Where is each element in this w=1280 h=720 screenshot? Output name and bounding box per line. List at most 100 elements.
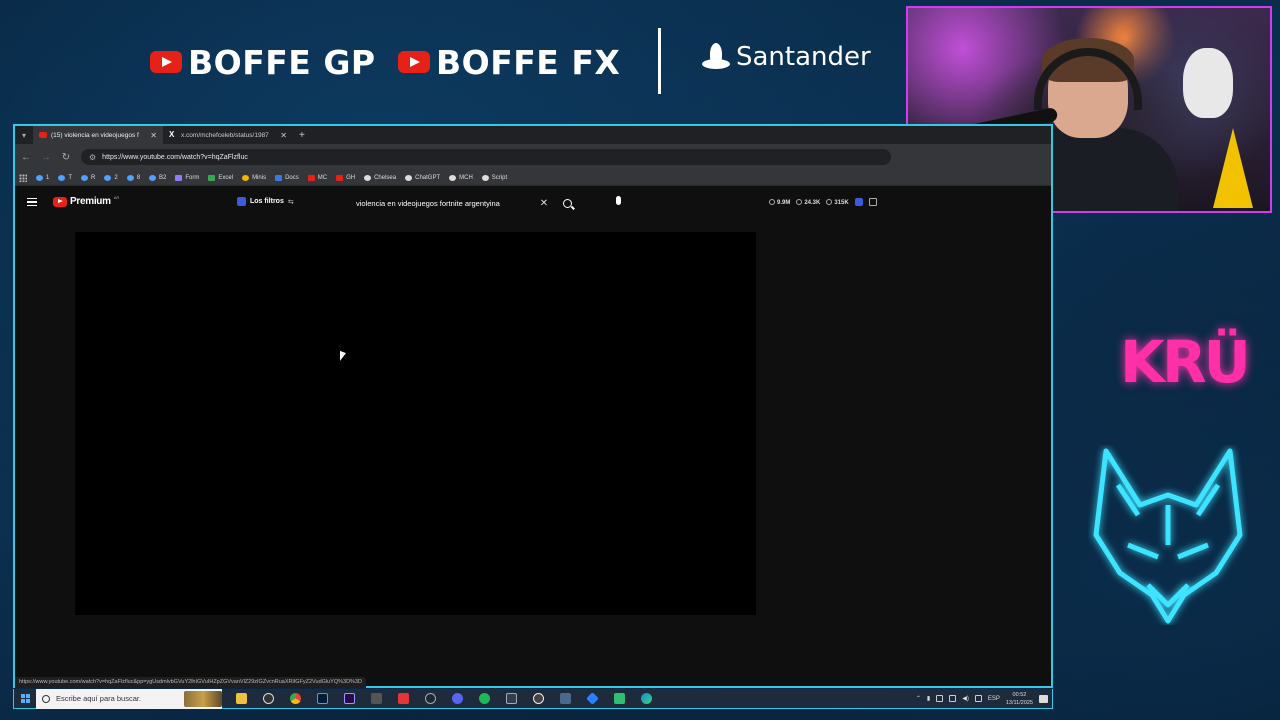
voice-search-button[interactable] xyxy=(611,196,625,210)
bookmark-gh[interactable]: GH xyxy=(336,174,355,181)
clock[interactable]: 00:52 13/11/2025 xyxy=(1006,691,1033,707)
search-highlight-image xyxy=(184,690,222,707)
file-explorer-app[interactable] xyxy=(228,689,255,709)
bookmark-r[interactable]: R xyxy=(81,174,95,181)
chrome-app[interactable] xyxy=(282,689,309,709)
forward-icon[interactable]: → xyxy=(41,152,51,163)
microphone-icon[interactable]: ▮ xyxy=(927,695,930,702)
edge-app[interactable] xyxy=(633,689,660,709)
new-tab-button[interactable]: + xyxy=(293,130,311,141)
clock-date: 13/11/2025 xyxy=(1005,699,1033,706)
address-bar[interactable]: ⚙ https://www.youtube.com/watch?v=hqZaFl… xyxy=(81,149,891,165)
close-icon[interactable]: ✕ xyxy=(150,131,157,140)
video-player[interactable] xyxy=(75,232,756,615)
fox-logo-icon xyxy=(1093,448,1243,624)
search-input[interactable]: violencia en videojuegos fortnite argent… xyxy=(350,199,536,208)
photoshop-icon xyxy=(317,693,328,704)
windows-taskbar: Escribe aquí para buscar. ⌃ ▮ ◀) ESP 00:… xyxy=(13,688,1053,709)
x-icon: X xyxy=(169,130,175,139)
youtube-premium-logo[interactable]: Premium AR xyxy=(53,195,120,207)
back-icon[interactable]: ← xyxy=(21,152,31,163)
search-icon xyxy=(562,198,572,208)
brand-boffe-fx-label: BOFFE FX xyxy=(436,42,621,82)
discord-app[interactable] xyxy=(444,689,471,709)
tray-window-icon[interactable] xyxy=(974,695,982,702)
tab-strip: ▾ (15) violencia en videojuegos f ✕ X x.… xyxy=(15,126,1051,144)
eye-icon xyxy=(826,198,833,205)
app-blue-gem[interactable] xyxy=(579,689,606,709)
drive-icon xyxy=(242,174,250,181)
tray-app-icon[interactable] xyxy=(936,695,944,702)
forms-icon xyxy=(175,174,183,181)
upload-icon[interactable] xyxy=(868,198,877,206)
app-target[interactable] xyxy=(525,689,552,709)
search-bar: violencia en videojuegos fortnite argent… xyxy=(350,194,582,212)
notifications-icon[interactable] xyxy=(1039,694,1048,703)
bookmark-form[interactable]: Form xyxy=(175,174,199,181)
kru-logo: KRÜ xyxy=(1120,328,1251,396)
search-button[interactable] xyxy=(552,194,582,212)
volume-icon[interactable]: ◀) xyxy=(962,695,969,702)
calculator-app[interactable] xyxy=(363,689,390,709)
search-icon xyxy=(42,694,50,703)
tab-search-menu-icon[interactable]: ▾ xyxy=(15,126,33,144)
globe-icon xyxy=(481,174,489,181)
wet-floor-sign xyxy=(1213,128,1253,208)
cloud-icon xyxy=(81,174,89,181)
reload-icon[interactable]: ↻ xyxy=(61,152,71,163)
taskbar-search[interactable]: Escribe aquí para buscar. xyxy=(36,688,222,709)
extension-icon[interactable] xyxy=(854,198,863,206)
steam-icon xyxy=(425,693,436,704)
bookmark-2[interactable]: 2 xyxy=(104,174,118,181)
bookmark-mch[interactable]: MCH xyxy=(449,174,473,181)
site-info-icon[interactable]: ⚙ xyxy=(89,153,96,162)
spotify-app[interactable] xyxy=(471,689,498,709)
youtube-icon xyxy=(398,51,430,73)
network-icon[interactable] xyxy=(949,695,957,702)
menu-icon[interactable] xyxy=(27,198,37,206)
youtube-icon xyxy=(336,174,344,181)
brand-boffe-fx: BOFFE FX xyxy=(398,40,620,84)
browser-window: ▾ (15) violencia en videojuegos f ✕ X x.… xyxy=(13,124,1053,688)
steam-app[interactable] xyxy=(417,689,444,709)
eye-icon xyxy=(769,198,775,205)
bookmark-excel[interactable]: Excel xyxy=(208,174,233,181)
bookmark-mc[interactable]: MC xyxy=(307,174,327,181)
bookmark-b2[interactable]: B2 xyxy=(149,174,166,181)
system-tray: ⌃ ▮ ◀) ESP 00:52 13/11/2025 xyxy=(916,691,1052,707)
obs-app[interactable] xyxy=(255,689,282,709)
app-red[interactable] xyxy=(390,689,417,709)
bookmark-docs[interactable]: Docs xyxy=(275,174,299,181)
chrome-icon xyxy=(290,693,301,704)
photoshop-app[interactable] xyxy=(309,689,336,709)
tab-x[interactable]: X x.com/mchefceleb/status/1987 ✕ xyxy=(163,126,293,144)
bookmark-t[interactable]: T xyxy=(58,174,72,181)
language-indicator[interactable]: ESP xyxy=(988,696,1000,702)
cloud-icon xyxy=(126,174,134,181)
bookmark-1[interactable]: 1 xyxy=(36,174,49,181)
start-button[interactable] xyxy=(14,694,36,703)
chatgpt-icon xyxy=(405,174,413,181)
bookmark-chatgpt[interactable]: ChatGPT xyxy=(405,174,440,181)
brand-boffe-gp-label: BOFFE GP xyxy=(188,42,376,82)
bookmark-script[interactable]: Script xyxy=(481,174,507,181)
close-icon[interactable]: ✕ xyxy=(280,131,287,140)
header-divider xyxy=(658,28,661,94)
country-code: AR xyxy=(113,195,120,200)
filters-button[interactable]: Los filtros ⇆ xyxy=(237,197,294,206)
youtube-icon xyxy=(307,174,315,181)
bookmark-8[interactable]: 8 xyxy=(126,174,140,181)
apps-grid-icon[interactable] xyxy=(19,173,27,182)
bookmark-chelsea[interactable]: Chelsea xyxy=(364,174,396,181)
obs-icon xyxy=(263,693,274,704)
app-gray[interactable] xyxy=(498,689,525,709)
clear-search-icon[interactable]: ✕ xyxy=(536,198,552,209)
premiere-app[interactable] xyxy=(336,689,363,709)
app-green[interactable] xyxy=(606,689,633,709)
chevron-up-icon[interactable]: ⌃ xyxy=(916,695,921,702)
tab-youtube[interactable]: (15) violencia en videojuegos f ✕ xyxy=(33,126,163,144)
premiere-icon xyxy=(344,693,355,704)
bookmark-minis[interactable]: Minis xyxy=(242,174,266,181)
youtube-icon xyxy=(53,196,67,207)
app-blue-square[interactable] xyxy=(552,689,579,709)
